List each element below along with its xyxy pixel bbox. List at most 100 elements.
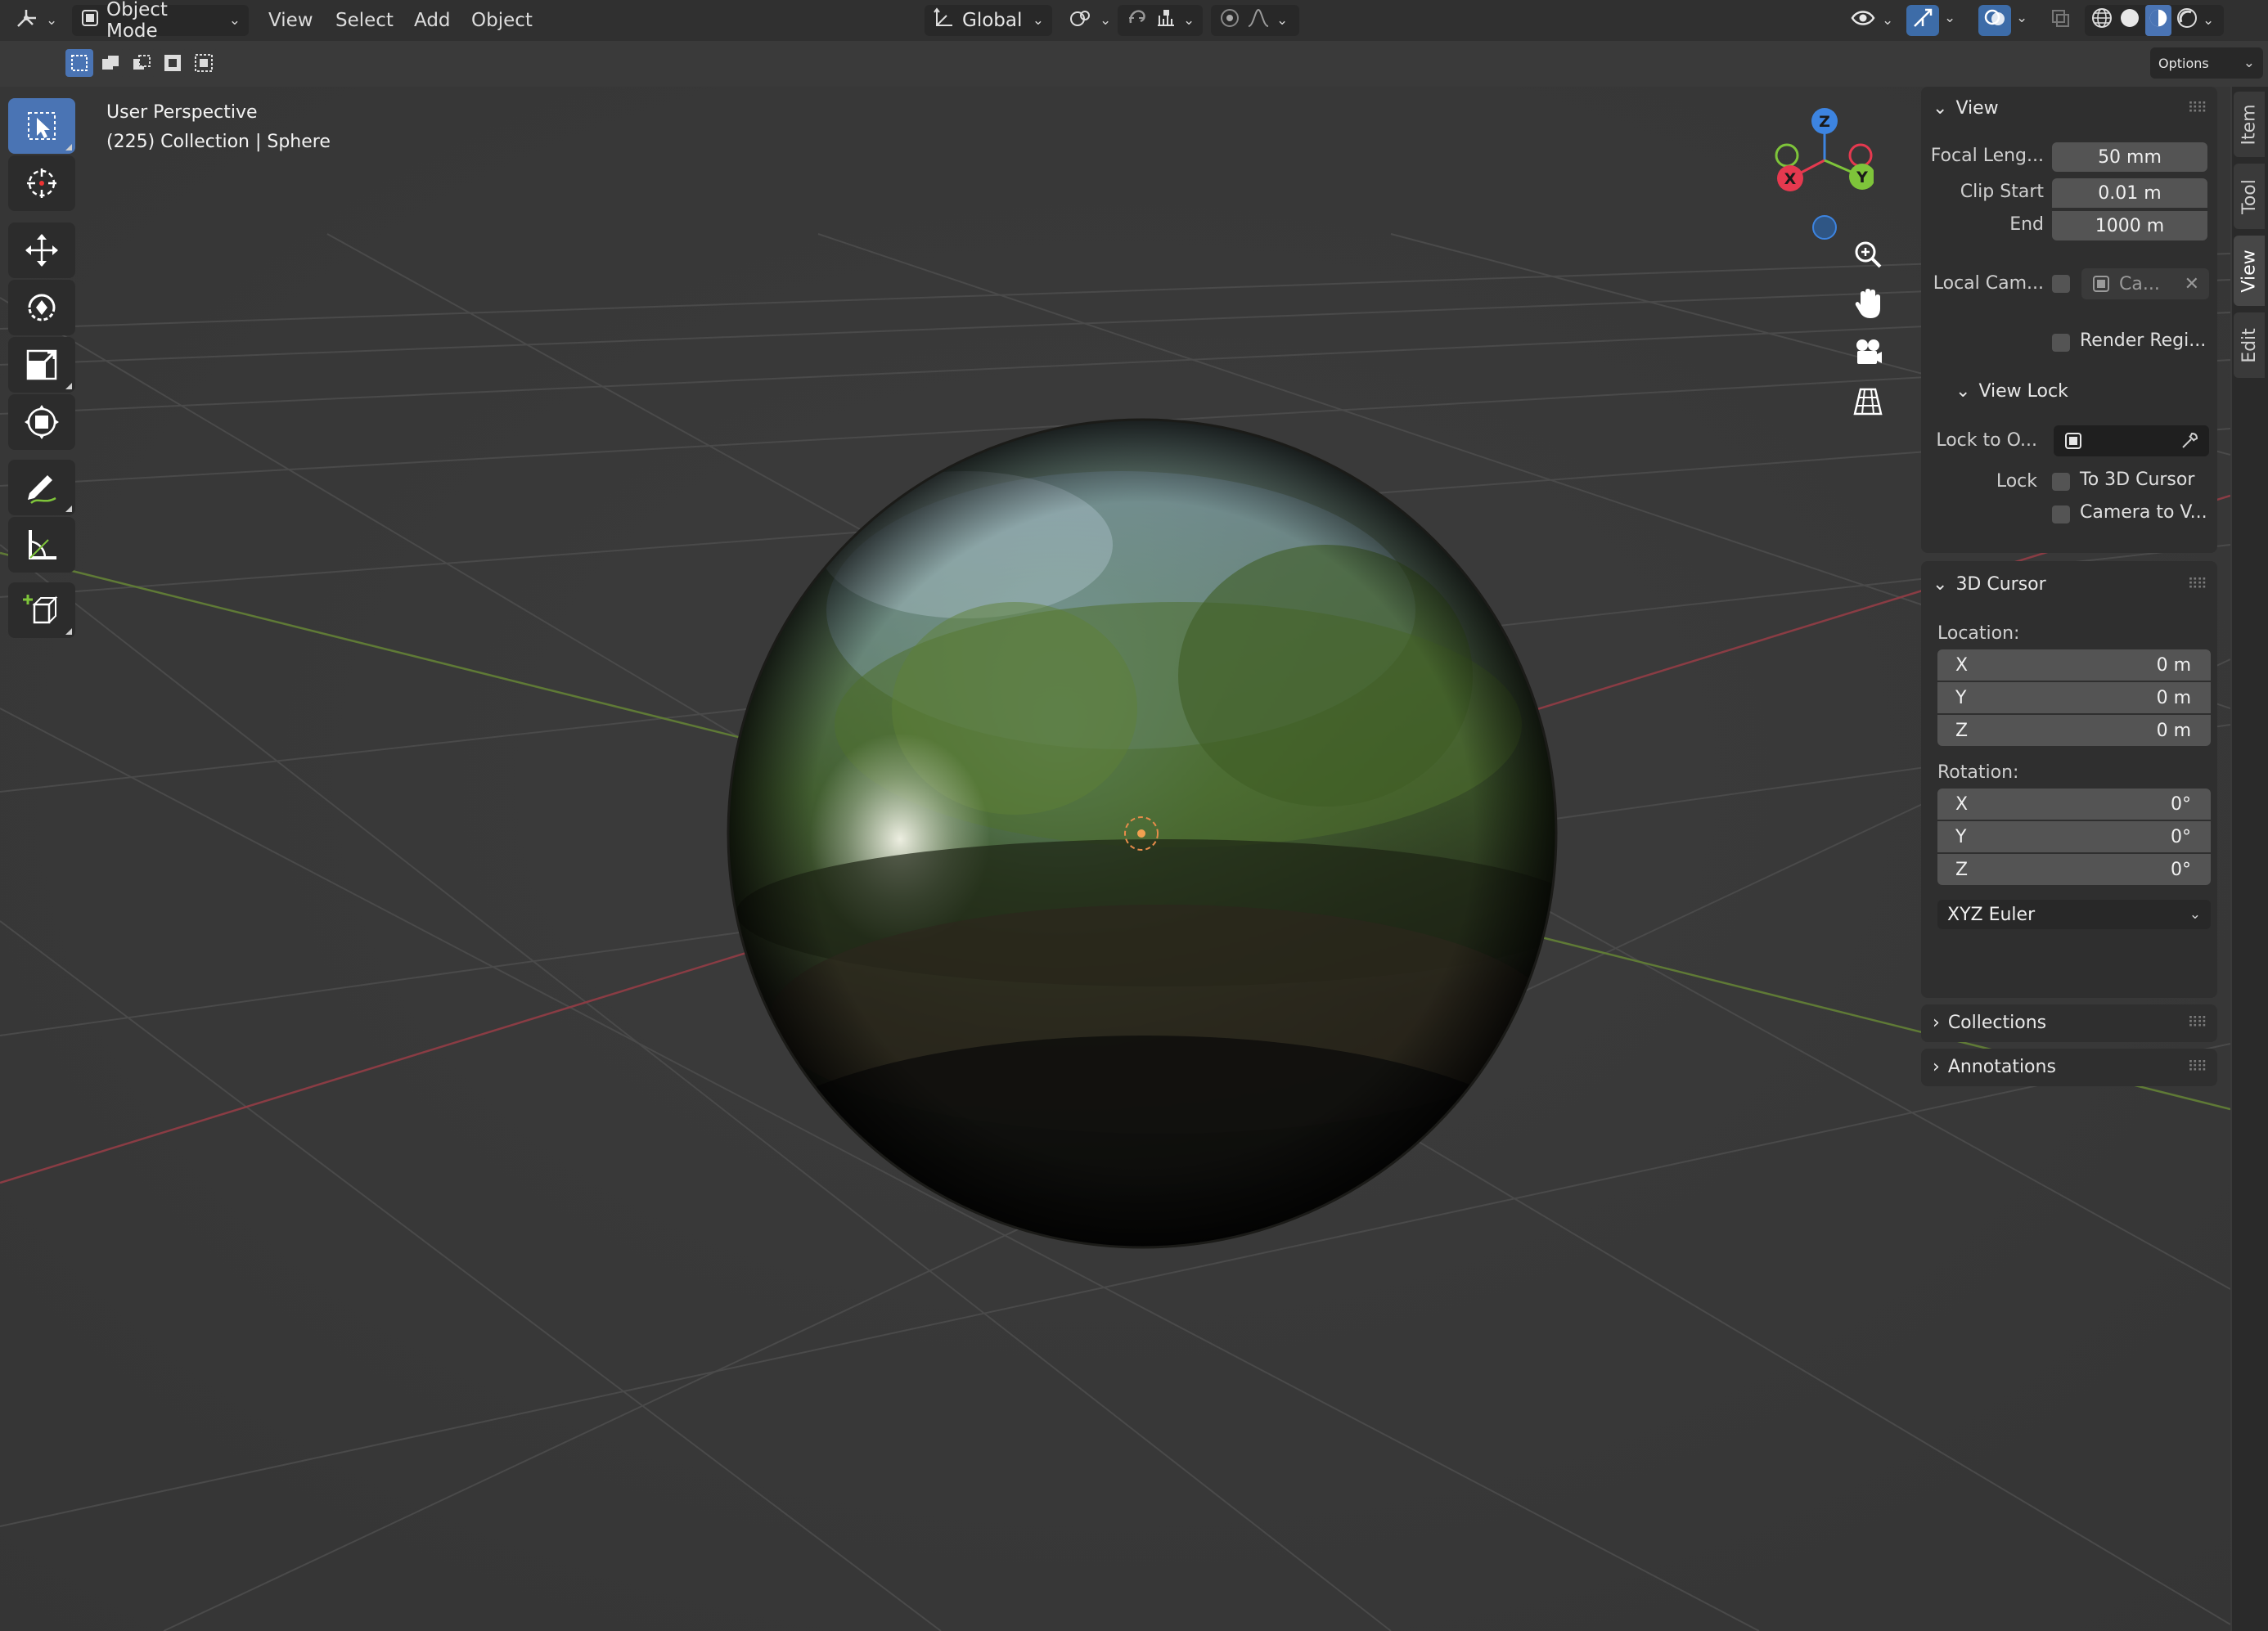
drag-handle-icon[interactable]: ⠿⠿ xyxy=(2188,1058,2207,1076)
zoom-button[interactable] xyxy=(1846,232,1890,276)
clear-x-icon[interactable]: ✕ xyxy=(2185,274,2199,294)
rotate-tool[interactable] xyxy=(8,280,75,335)
location-x-axis: X xyxy=(1955,654,1969,676)
rotation-mode-value: XYZ Euler xyxy=(1947,904,2036,925)
xray-toggle[interactable] xyxy=(2045,5,2077,36)
view-lock-header[interactable]: ⌄ View Lock xyxy=(1955,381,2068,402)
pan-button[interactable] xyxy=(1846,281,1890,326)
solid-shading-icon[interactable] xyxy=(2117,6,2142,35)
camera-to-view-label: Camera to V... xyxy=(2080,502,2207,523)
toggle-projection-button[interactable] xyxy=(1846,380,1890,424)
snap-increment-icon[interactable] xyxy=(1155,7,1177,34)
3d-cursor-panel-header[interactable]: ⌄ 3D Cursor xyxy=(1933,574,2046,595)
annotate-tool[interactable] xyxy=(8,460,75,515)
clip-start-field[interactable]: 0.01 m xyxy=(2052,178,2207,208)
render-region-label: Render Regi... xyxy=(2080,330,2207,351)
rendered-shading-icon[interactable] xyxy=(2175,6,2199,35)
select-invert-icon[interactable] xyxy=(159,49,187,77)
hand-icon xyxy=(1855,289,1880,318)
snap-toggle[interactable] xyxy=(1126,7,1149,34)
editor-type-button[interactable]: ⌄ xyxy=(7,5,65,36)
chevron-down-icon: ⌄ xyxy=(1100,12,1112,29)
move-icon xyxy=(25,234,58,267)
transform-orientation-selector[interactable]: Global ⌄ xyxy=(925,5,1052,36)
add-cube-tool[interactable] xyxy=(8,582,75,638)
mode-selector[interactable]: Object Mode ⌄ xyxy=(72,0,249,42)
tab-edit[interactable]: Edit xyxy=(2234,312,2265,378)
transform-tool[interactable] xyxy=(8,394,75,450)
location-z-field[interactable]: Z 0 m xyxy=(1937,715,2211,746)
y-axis-label: Y xyxy=(1856,168,1868,186)
annotations-panel[interactable]: › Annotations ⠿⠿ xyxy=(1921,1049,2217,1086)
wireframe-shading-icon[interactable] xyxy=(2090,6,2114,35)
falloff-curve-icon[interactable] xyxy=(1247,7,1270,34)
neg-x-axis-icon[interactable] xyxy=(1848,143,1873,168)
tab-tool[interactable]: Tool xyxy=(2234,164,2265,229)
eyedropper-icon[interactable] xyxy=(2180,431,2199,451)
rotation-y-field[interactable]: Y 0° xyxy=(1937,821,2211,852)
drag-handle-icon[interactable]: ⠿⠿ xyxy=(2188,100,2207,117)
move-tool[interactable] xyxy=(8,222,75,278)
select-intersect-icon[interactable] xyxy=(190,49,218,77)
location-y-field[interactable]: Y 0 m xyxy=(1937,682,2211,713)
gizmo-toggle[interactable] xyxy=(1906,5,1939,36)
annotations-panel-header[interactable]: › Annotations xyxy=(1933,1057,2056,1077)
drag-handle-icon[interactable]: ⠿⠿ xyxy=(2188,576,2207,593)
measure-tool[interactable] xyxy=(8,517,75,573)
chevron-down-icon: ⌄ xyxy=(2203,12,2215,29)
options-dropdown[interactable]: Options ⌄ xyxy=(2150,47,2263,79)
3d-cursor-panel: ⌄ 3D Cursor ⠿⠿ Location: X 0 m Y 0 m Z 0… xyxy=(1921,561,2217,998)
object-mode-icon xyxy=(80,8,100,33)
camera-object-icon xyxy=(2093,276,2109,292)
clip-end-field[interactable]: 1000 m xyxy=(2052,211,2207,240)
menu-select[interactable]: Select xyxy=(331,5,398,36)
visibility-selector[interactable]: ⌄ xyxy=(1843,5,1901,36)
eye-icon xyxy=(1851,8,1875,33)
rotation-mode-dropdown[interactable]: XYZ Euler ⌄ xyxy=(1937,900,2211,929)
camera-to-view-checkbox[interactable] xyxy=(2052,505,2070,523)
pivot-point-selector[interactable]: ⌄ xyxy=(1060,5,1111,36)
viewport-header: ⌄ Object Mode ⌄ View Select Add Object G… xyxy=(0,0,2268,42)
collection-info: (225) Collection | Sphere xyxy=(106,132,331,152)
select-new-icon[interactable] xyxy=(65,49,93,77)
chevron-down-icon: ⌄ xyxy=(2243,55,2255,71)
overlays-icon xyxy=(1983,7,2006,34)
render-region-checkbox[interactable] xyxy=(2052,334,2070,352)
select-box-tool[interactable] xyxy=(8,98,75,154)
drag-handle-icon[interactable]: ⠿⠿ xyxy=(2188,1014,2207,1031)
tab-view[interactable]: View xyxy=(2234,236,2265,306)
proportional-editing-icon[interactable] xyxy=(1219,7,1240,34)
scale-tool[interactable] xyxy=(8,337,75,393)
menu-add[interactable]: Add xyxy=(409,5,456,36)
menu-view[interactable]: View xyxy=(263,5,318,36)
navigation-gizmo[interactable]: Z X Y xyxy=(1759,98,1874,245)
chevron-down-icon: ⌄ xyxy=(46,12,58,29)
overlays-toggle[interactable] xyxy=(1978,5,2011,36)
material-preview-icon[interactable] xyxy=(2145,5,2171,36)
neg-y-axis-icon[interactable] xyxy=(1775,143,1799,168)
location-x-field[interactable]: X 0 m xyxy=(1937,649,2211,681)
lock-to-object-field[interactable] xyxy=(2054,425,2209,456)
menu-object[interactable]: Object xyxy=(466,5,538,36)
tab-view-label: View xyxy=(2239,249,2260,293)
rotation-x-field[interactable]: X 0° xyxy=(1937,789,2211,820)
chevron-down-icon: ⌄ xyxy=(1882,12,1894,29)
local-camera-checkbox[interactable] xyxy=(2052,275,2070,293)
gizmo-dropdown-chevron-icon[interactable]: ⌄ xyxy=(1944,10,1955,26)
camera-view-button[interactable] xyxy=(1846,330,1890,375)
select-extend-icon[interactable] xyxy=(97,49,124,77)
overlays-dropdown-chevron-icon[interactable]: ⌄ xyxy=(2016,10,2027,26)
lock-to-3d-cursor-checkbox[interactable] xyxy=(2052,473,2070,491)
select-subtract-icon[interactable] xyxy=(128,49,155,77)
rotation-z-field[interactable]: Z 0° xyxy=(1937,854,2211,885)
view-panel-header[interactable]: ⌄ View xyxy=(1933,98,1999,119)
collections-panel[interactable]: › Collections ⠿⠿ xyxy=(1921,1004,2217,1042)
focal-length-field[interactable]: 50 mm xyxy=(2052,142,2207,172)
3d-viewport[interactable]: User Perspective (225) Collection | Sphe… xyxy=(0,87,2230,1631)
tool-settings-bar: Options ⌄ xyxy=(0,41,2268,87)
cursor-tool[interactable] xyxy=(8,155,75,211)
collections-panel-header[interactable]: › Collections xyxy=(1933,1013,2046,1033)
tab-item[interactable]: Item xyxy=(2234,92,2265,157)
neg-z-axis-icon[interactable] xyxy=(1812,215,1837,240)
local-camera-field[interactable]: Ca... ✕ xyxy=(2081,268,2209,299)
